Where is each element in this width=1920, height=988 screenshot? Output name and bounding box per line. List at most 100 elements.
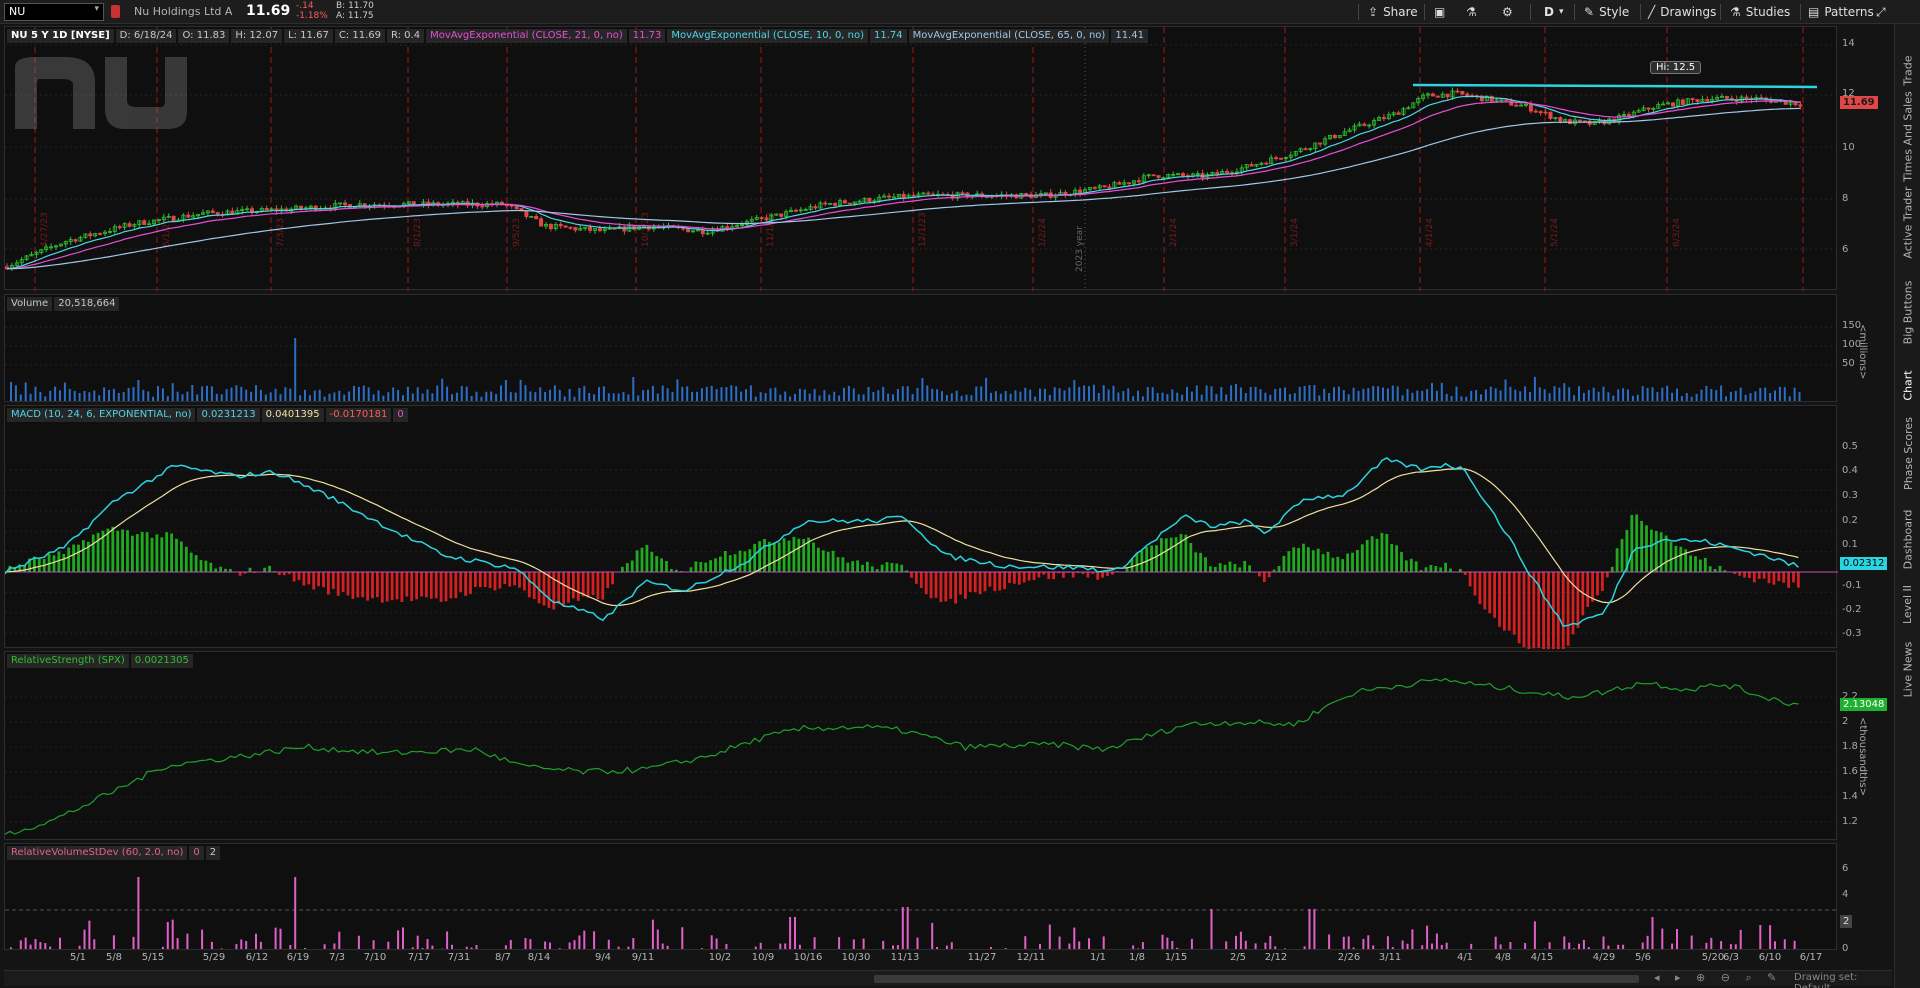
tab-live-news[interactable]: Live News [1895, 634, 1920, 704]
volume-bar [1543, 389, 1546, 401]
symbol-input[interactable]: NU ▾ [4, 3, 104, 21]
candle-body [563, 225, 568, 228]
chevron-down-icon[interactable]: ▾ [94, 4, 99, 14]
relative-volume-pane[interactable]: RelativeVolumeStDev (60, 2.0, no) 0 2 [4, 843, 1838, 951]
tab-big-buttons[interactable]: Big Buttons [1895, 272, 1920, 352]
relative-volume-bar [666, 945, 669, 949]
candle-body [1156, 175, 1161, 178]
volume-bar [803, 389, 806, 401]
macd-axis[interactable]: 0.5 0.4 0.3 0.2 0.1 -0.1 -0.2 -0.3 [1838, 405, 1894, 648]
macd-histogram-bar [1356, 549, 1359, 572]
macd-chart[interactable] [5, 406, 1838, 649]
tab-trade[interactable]: Trade [1895, 50, 1920, 90]
candle-body [1528, 103, 1533, 112]
date-tick-label: 5/6 [1634, 952, 1652, 963]
macd-label[interactable]: MACD (10, 24, 6, EXPONENTIAL, no) [7, 408, 196, 422]
volume-bar [1519, 391, 1522, 401]
volume-pane[interactable]: Volume 20,518,664 [4, 294, 1838, 403]
study-ema21-label[interactable]: MovAvgExponential (CLOSE, 21, 0, no) [426, 29, 627, 43]
event-date-label: 10/3/23 [641, 212, 651, 247]
study-ema65-label[interactable]: MovAvgExponential (CLOSE, 65, 0, no) [908, 29, 1110, 43]
share-button[interactable]: ⇪ Share [1364, 2, 1422, 22]
settings-button[interactable]: ⚙ [1498, 2, 1517, 22]
date-tick-label: 5/1 [69, 952, 87, 963]
date-axis[interactable]: 5/1 5/8 5/15 5/29 6/12 6/19 7/3 7/10 7/17 7/31 8/7… [4, 951, 1837, 967]
candle-body [1744, 96, 1749, 99]
volume-bar [1509, 386, 1512, 401]
axis-tick-label: 8 [1842, 193, 1849, 204]
volume-bar [1680, 396, 1683, 401]
relative-volume-bar [936, 946, 939, 949]
macd-histogram-bar [949, 572, 953, 599]
studies-button[interactable]: ⚗ Studies [1726, 2, 1794, 22]
macd-histogram-bar [37, 558, 41, 572]
tab-dashboard[interactable]: Dashboard [1895, 499, 1920, 579]
tab-times-and-sales[interactable]: Times And Sales [1895, 91, 1920, 181]
volume-bar [1700, 389, 1703, 401]
aggregation-button[interactable]: D ▾ [1540, 2, 1568, 22]
relative-volume-bar [1440, 944, 1443, 949]
relative-volume-chart[interactable] [5, 844, 1838, 951]
volume-label[interactable]: Volume [7, 297, 53, 311]
candle-body [568, 226, 573, 229]
macd-histogram-bar [292, 572, 296, 582]
macd-histogram-bar [1160, 538, 1163, 572]
price-pane[interactable]: 4/27/23 6/1/23 7/3/23 8/1/23 9/5/23 10/3/23 11… [4, 26, 1838, 291]
tab-chart[interactable]: Chart [1895, 360, 1920, 410]
rv-axis[interactable]: 6 4 0 [1838, 843, 1894, 954]
macd-histogram-bar [106, 528, 110, 572]
volume-bar [171, 383, 174, 401]
scroll-thumb[interactable] [874, 975, 1639, 983]
volume-axis[interactable]: <millions> 150 100 50 [1838, 294, 1894, 402]
snapshot-button[interactable]: ▣ [1430, 2, 1449, 22]
relative-volume-bar [1421, 945, 1424, 949]
patterns-button[interactable]: ▤ Patterns [1804, 2, 1878, 22]
macd-histogram-bar [165, 532, 169, 572]
rv-label[interactable]: RelativeVolumeStDev (60, 2.0, no) [7, 846, 188, 860]
chart-scrollbar[interactable]: ◂ ▸ ⊕ ⊖ ⌕ ✎ Drawing set: Default [4, 970, 1892, 988]
volume-bar [1582, 392, 1585, 401]
price-axis[interactable]: 14 12 10 8 6 [1838, 26, 1894, 290]
rv-pane-header: RelativeVolumeStDev (60, 2.0, no) 0 2 [7, 846, 221, 860]
drawings-button[interactable]: ╱ Drawings [1644, 2, 1720, 22]
volume-bar [1146, 387, 1149, 401]
relative-volume-bar [916, 937, 919, 949]
relative-strength-pane[interactable]: RelativeStrength (SPX) 0.0021305 [4, 651, 1838, 841]
tab-phase-scores[interactable]: Phase Scores [1895, 416, 1920, 491]
tab-active-trader[interactable]: Active Trader [1895, 182, 1920, 262]
axis-tick-label: -0.1 [1842, 580, 1862, 591]
rs-axis[interactable]: <thousandths> 2.2 2 1.8 1.6 1.4 1.2 [1838, 651, 1894, 840]
flask-button[interactable]: ⚗ [1462, 2, 1481, 22]
macd-histogram-bar [1282, 555, 1286, 572]
price-chart[interactable]: 4/27/23 6/1/23 7/3/23 8/1/23 9/5/23 10/3/23 11… [5, 27, 1838, 291]
macd-histogram-bar [474, 572, 477, 587]
flag-icon[interactable] [111, 5, 120, 18]
macd-histogram-bar [660, 558, 663, 572]
relative-volume-bar [137, 877, 140, 949]
study-ema10-label[interactable]: MovAvgExponential (CLOSE, 10, 0, no) [667, 29, 869, 43]
volume-bar [769, 388, 772, 401]
macd-histogram-bar [1414, 561, 1418, 572]
macd-histogram-bar [160, 537, 164, 572]
expand-button[interactable]: ⤢ [1872, 2, 1890, 22]
style-button[interactable]: ✎ Style [1580, 2, 1633, 22]
relative-volume-bar [1313, 909, 1316, 949]
macd-histogram-bar [1650, 529, 1653, 572]
zoom-controls[interactable]: ◂ ▸ ⊕ ⊖ ⌕ ✎ [1654, 971, 1782, 985]
macd-histogram-bar [1209, 566, 1212, 572]
volume-bar [1725, 396, 1727, 401]
macd-histogram-bar [199, 560, 203, 572]
rs-label[interactable]: RelativeStrength (SPX) [7, 654, 129, 668]
candle-body [1793, 101, 1798, 106]
macd-pane-header: MACD (10, 24, 6, EXPONENTIAL, no) 0.0231… [7, 408, 408, 422]
relative-volume-bar [794, 917, 796, 949]
relative-strength-chart[interactable] [5, 652, 1838, 841]
volume-chart[interactable] [5, 295, 1838, 403]
volume-bar [1695, 393, 1698, 401]
drawing-set-label[interactable]: Drawing set: Default [1794, 972, 1892, 988]
tab-level-ii[interactable]: Level II [1895, 574, 1920, 634]
relative-volume-bar [1352, 947, 1355, 949]
volume-bar [1195, 385, 1198, 401]
macd-pane[interactable]: MACD (10, 24, 6, EXPONENTIAL, no) 0.0231… [4, 405, 1838, 649]
macd-histogram-bar [405, 572, 409, 597]
